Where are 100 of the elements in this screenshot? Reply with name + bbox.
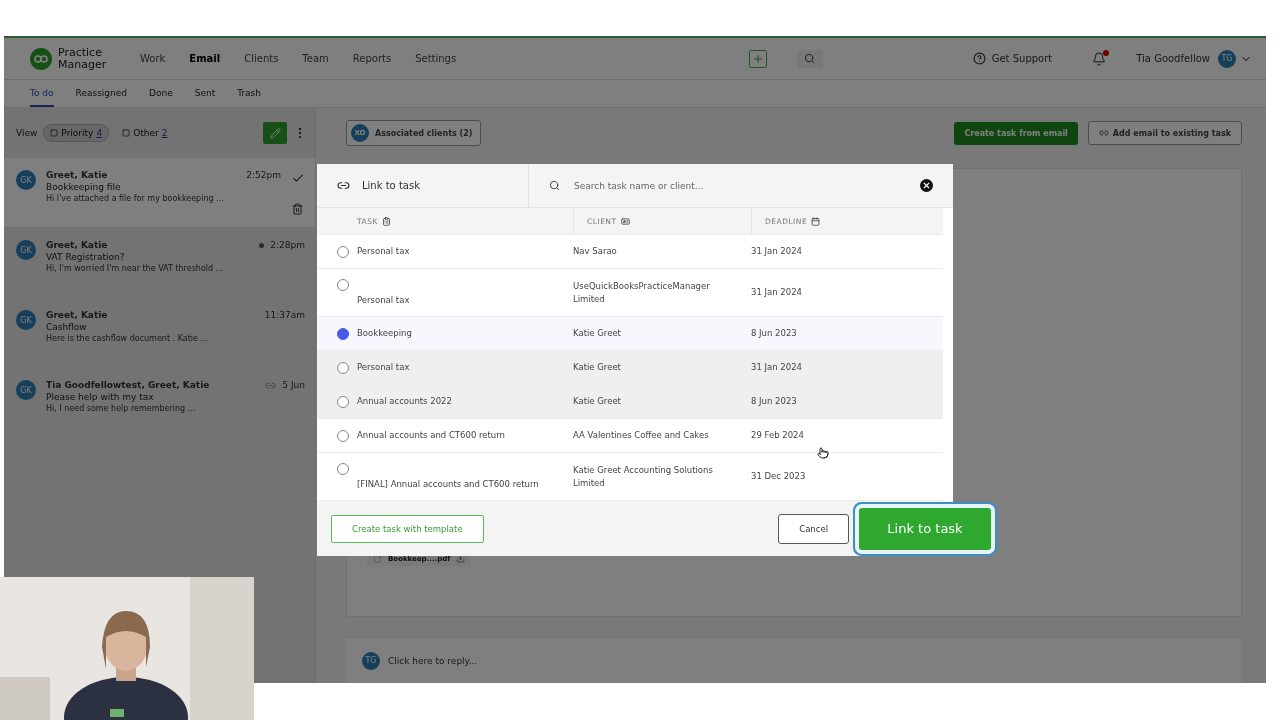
reply-avatar: TG: [362, 651, 380, 670]
client-name: Katie Greet: [573, 395, 622, 408]
calendar-icon: [811, 216, 821, 226]
client-name: Katie Greet Accounting Solutions Limited: [573, 463, 714, 490]
email-sender: Tia Goodfellowtest, Greet, Katie: [46, 380, 211, 390]
email-tab[interactable]: Reassigned: [75, 80, 127, 107]
email-preview: Hi I've attached a file for my bookkeeping ...: [46, 194, 225, 203]
nav-item[interactable]: Work: [140, 53, 166, 64]
user-name: Tia Goodfellow: [1136, 53, 1210, 64]
deadline-date: 8 Jun 2023: [751, 395, 798, 408]
hand-cursor-icon: [817, 447, 829, 459]
support-link[interactable]: Get Support: [972, 52, 1053, 65]
notification-bell-icon[interactable]: [1092, 51, 1107, 66]
radio-button[interactable]: [337, 245, 349, 258]
deadline-date: 31 Jan 2024: [751, 286, 803, 299]
radio-button[interactable]: [337, 327, 349, 340]
client-name: UseQuickBooksPracticeManager Limited: [573, 279, 711, 306]
radio-button[interactable]: [337, 463, 349, 475]
search-button[interactable]: [796, 49, 823, 68]
file-icon: [373, 554, 382, 563]
trash-icon: [291, 202, 304, 215]
task-row[interactable]: Bookkeeping Katie Greet 8 Jun 2023: [317, 317, 943, 351]
nav-item[interactable]: Clients: [244, 53, 279, 64]
task-name: [FINAL] Annual accounts and CT600 return: [357, 478, 540, 491]
task-name: Annual accounts and CT600 return: [357, 429, 506, 442]
plus-icon: [751, 52, 764, 65]
email-preview: Here is the cashflow document . Katie ...: [46, 334, 210, 343]
task-row[interactable]: Annual accounts 2022 Katie Greet 8 Jun 2023: [317, 385, 943, 419]
reply-field[interactable]: Click here to reply...: [386, 654, 586, 667]
email-subject: Cashflow: [46, 322, 88, 332]
email-subject: VAT Registration?: [46, 252, 126, 262]
task-name: Annual accounts 2022: [357, 395, 453, 408]
pencil-icon: [269, 127, 281, 139]
close-button[interactable]: [920, 179, 933, 192]
add-button[interactable]: [748, 49, 767, 68]
square-icon: [50, 129, 59, 137]
email-time: 5 Jun: [282, 380, 305, 390]
download-icon: [456, 554, 466, 563]
radio-button[interactable]: [337, 279, 349, 291]
task-name: Personal tax: [357, 361, 411, 374]
task-name: Personal tax: [357, 294, 411, 307]
close-icon: [922, 181, 931, 190]
help-icon: [972, 52, 986, 65]
email-item[interactable]: GK Greet, Katie Bookkeeping file Hi I've attached a file for my bookkeeping ... 2:52pm: [4, 158, 315, 228]
email-preview: Hi, I need some help remembering ...: [46, 404, 197, 413]
create-task-button[interactable]: Create task from email: [954, 121, 1078, 145]
logo-icon: [30, 47, 52, 70]
dialog-title: Link to task: [362, 180, 420, 191]
deadline-date: 31 Jan 2024: [751, 361, 803, 374]
compose-button[interactable]: [263, 122, 287, 144]
radio-button[interactable]: [337, 395, 349, 408]
email-preview: Hi, I'm worried I'm near the VAT threshold ...: [46, 264, 225, 273]
sender-avatar: GK: [16, 310, 36, 330]
search-field[interactable]: Search task name or client...: [572, 179, 908, 192]
nav-item[interactable]: Reports: [352, 53, 392, 64]
email-time: 11:37am: [264, 310, 305, 320]
email-sender: Greet, Katie: [46, 170, 109, 180]
email-subject: Please help with my tax: [46, 392, 155, 402]
radio-button[interactable]: [337, 429, 349, 442]
client-name: Katie Greet: [573, 361, 622, 374]
check-icon: [291, 172, 305, 185]
create-with-template-button[interactable]: Create task with template: [331, 514, 484, 543]
email-sender: Greet, Katie: [46, 240, 109, 250]
email-subject: Bookkeeping file: [46, 182, 122, 192]
email-sender: Greet, Katie: [46, 310, 109, 320]
task-name: Bookkeeping: [357, 327, 413, 340]
link-icon: [337, 179, 350, 192]
clipboard-icon: [381, 216, 391, 226]
cancel-button[interactable]: Cancel: [778, 513, 849, 544]
product-name: Practice Manager: [58, 46, 108, 71]
square-icon: [122, 129, 131, 137]
deadline-date: 31 Jan 2024: [751, 245, 803, 258]
search-icon: [804, 53, 816, 64]
search-icon: [549, 180, 560, 191]
filter-chip[interactable]: Priority 4: [43, 124, 110, 142]
sender-avatar: GK: [16, 380, 36, 400]
deadline-date: 31 Dec 2023: [751, 470, 807, 483]
nav-item[interactable]: Email: [189, 53, 221, 64]
filter-chip[interactable]: Other 2: [115, 124, 175, 142]
nav-item[interactable]: Settings: [415, 53, 457, 64]
email-tab[interactable]: Trash: [237, 80, 261, 107]
deadline-date: 8 Jun 2023: [751, 327, 798, 340]
task-name: Personal tax: [357, 245, 411, 258]
id-card-icon: [620, 216, 630, 226]
email-time: 2:52pm: [246, 170, 281, 180]
add-to-task-button[interactable]: Add email to existing task: [1087, 121, 1242, 145]
email-time: 2:28pm: [270, 240, 305, 250]
client-name: Nav Sarao: [573, 245, 618, 258]
radio-button[interactable]: [337, 361, 349, 374]
deadline-date: 29 Feb 2024: [751, 429, 805, 442]
email-tab[interactable]: Done: [149, 80, 173, 107]
client-name: Katie Greet: [573, 327, 622, 340]
sender-avatar: GK: [16, 240, 36, 260]
view-label: View: [16, 128, 38, 138]
nav-item[interactable]: Team: [302, 53, 329, 64]
sender-avatar: GK: [16, 170, 36, 190]
link-icon: [1098, 128, 1109, 138]
task-row[interactable]: Personal tax Katie Greet 31 Jan 2024: [317, 351, 943, 385]
user-avatar[interactable]: TG: [1218, 49, 1236, 68]
email-tab[interactable]: Sent: [194, 80, 216, 107]
